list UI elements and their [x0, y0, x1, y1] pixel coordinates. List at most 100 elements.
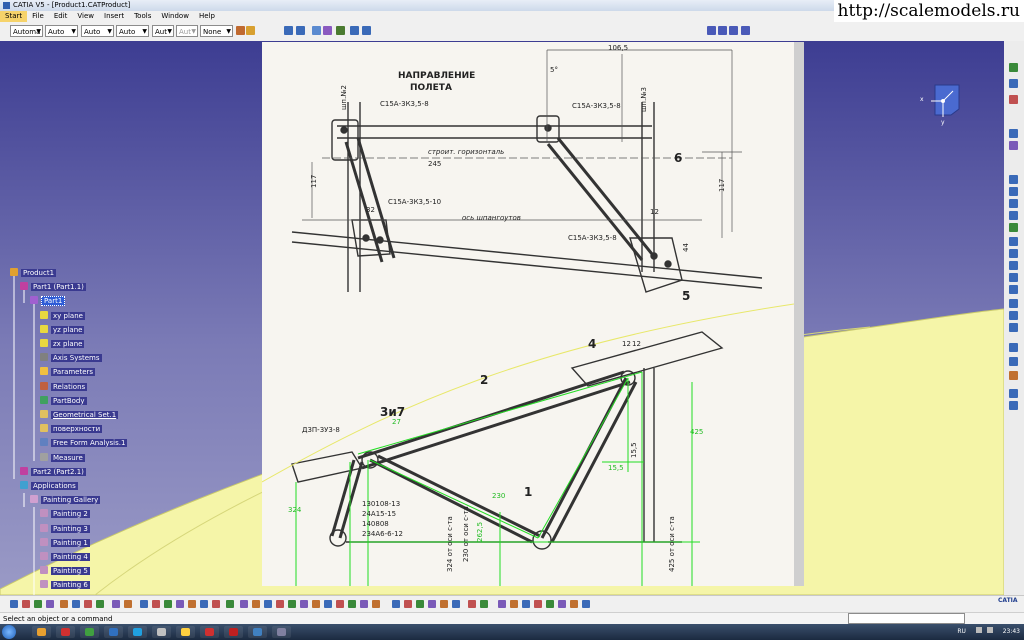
tool-icon[interactable]	[1009, 187, 1018, 196]
tool-icon[interactable]	[570, 600, 578, 608]
circle-tool-icon[interactable]	[729, 26, 738, 35]
fill-color-combo[interactable]: Automa ▼	[10, 25, 43, 37]
tool-icon[interactable]	[392, 600, 400, 608]
compass[interactable]: x y	[920, 81, 965, 126]
painter-icon[interactable]	[236, 26, 245, 35]
clock[interactable]: 23:43	[1003, 628, 1020, 635]
tool-icon[interactable]	[288, 600, 296, 608]
tool-icon[interactable]	[152, 600, 160, 608]
tree-node[interactable]: Applications	[20, 481, 78, 492]
tool-icon[interactable]	[226, 600, 234, 608]
taskbar-app-button[interactable]	[152, 626, 171, 638]
taskbar-app-button[interactable]	[104, 626, 123, 638]
taskbar-app-button[interactable]	[224, 626, 243, 638]
dimension-icon[interactable]	[323, 26, 332, 35]
sketch-icon[interactable]	[336, 26, 345, 35]
tool-icon[interactable]	[140, 600, 148, 608]
tool-icon[interactable]	[1009, 211, 1018, 220]
taskbar-app-button[interactable]	[248, 626, 267, 638]
tool-icon[interactable]	[212, 600, 220, 608]
menu-edit[interactable]: Edit	[49, 11, 73, 22]
tree-node[interactable]: Painting 3	[40, 523, 90, 535]
tool-icon[interactable]	[468, 600, 476, 608]
tool-icon[interactable]	[124, 600, 132, 608]
command-input[interactable]	[848, 613, 965, 624]
line-color-combo[interactable]: Auto ▼	[45, 25, 78, 37]
menu-view[interactable]: View	[72, 11, 99, 22]
tool-icon[interactable]	[1009, 311, 1018, 320]
tool-icon[interactable]	[522, 600, 530, 608]
network-icon[interactable]	[975, 627, 982, 633]
tool-icon[interactable]	[22, 600, 30, 608]
tool-icon[interactable]	[112, 600, 120, 608]
tool-icon[interactable]	[324, 600, 332, 608]
tool-icon[interactable]	[1009, 401, 1018, 410]
taskbar-app-button[interactable]	[128, 626, 147, 638]
tool-icon[interactable]	[46, 600, 54, 608]
tool-icon[interactable]	[300, 600, 308, 608]
tool-icon[interactable]	[1009, 273, 1018, 282]
tool-icon[interactable]	[1009, 343, 1018, 352]
tool-icon[interactable]	[1009, 141, 1018, 150]
tree-node[interactable]: Painting Gallery	[30, 495, 101, 506]
tool-icon[interactable]	[1009, 371, 1018, 380]
tree-node[interactable]: Part1	[30, 296, 66, 307]
taskbar-app-button[interactable]	[32, 626, 51, 638]
tree-node[interactable]: поверхности	[40, 424, 103, 435]
tree-node[interactable]: Part1 (Part1.1)	[20, 282, 86, 293]
tool-icon[interactable]	[428, 600, 436, 608]
tree-node[interactable]: Painting 2	[40, 509, 90, 520]
tool-icon[interactable]	[558, 600, 566, 608]
taskbar-app-button[interactable]	[200, 626, 219, 638]
tree-node[interactable]: Measure	[40, 452, 85, 464]
volume-icon[interactable]	[986, 627, 993, 633]
scanned-drawing[interactable]: НАПРАВЛЕНИЕ ПОЛЕТА С15А-3К3,5-8 С15А-3К3…	[262, 42, 794, 586]
line-weight-combo[interactable]: Auto ▼	[116, 25, 149, 37]
tool-icon[interactable]	[1009, 199, 1018, 208]
tool-icon[interactable]	[164, 600, 172, 608]
taskbar-app-button[interactable]	[272, 626, 291, 638]
tree-node[interactable]: Free Form Analysis.1	[40, 438, 128, 449]
tool-icon[interactable]	[1009, 63, 1018, 72]
tool-icon[interactable]	[510, 600, 518, 608]
spline-icon[interactable]	[718, 26, 727, 35]
constraint-icon[interactable]	[312, 26, 321, 35]
tree-node[interactable]: PartBody	[40, 395, 87, 407]
grid-snap-icon[interactable]	[296, 26, 305, 35]
keyboard-language[interactable]: RU	[957, 628, 966, 635]
tree-node[interactable]: xy plane	[40, 310, 85, 322]
line-type-combo[interactable]: Auto ▼	[81, 25, 114, 37]
tool-icon[interactable]	[1009, 223, 1018, 232]
tool-icon[interactable]	[1009, 175, 1018, 184]
tool-icon[interactable]	[60, 600, 68, 608]
tool-icon[interactable]	[452, 600, 460, 608]
tool-icon[interactable]	[252, 600, 260, 608]
tool-icon[interactable]	[372, 600, 380, 608]
taskbar-app-button[interactable]	[80, 626, 99, 638]
tree-node[interactable]: Painting 6	[40, 580, 90, 591]
connect-icon[interactable]	[741, 26, 750, 35]
tool-icon[interactable]	[582, 600, 590, 608]
tree-node[interactable]: Geometrical Set.1	[40, 410, 119, 421]
tool-icon[interactable]	[1009, 357, 1018, 366]
tool-icon[interactable]	[10, 600, 18, 608]
tree-node[interactable]: Painting 4	[40, 552, 90, 563]
curve-icon[interactable]	[707, 26, 716, 35]
tree-node[interactable]: Painting 1	[40, 537, 90, 549]
rendering-style-combo[interactable]: None ▼	[200, 25, 233, 37]
tool-icon[interactable]	[1009, 323, 1018, 332]
tree-node[interactable]: Axis Systems	[40, 353, 102, 364]
tree-node[interactable]: Painting 5	[40, 566, 90, 577]
tool-icon[interactable]	[1009, 95, 1018, 104]
tool-icon[interactable]	[440, 600, 448, 608]
tree-node[interactable]: Part2 (Part2.1)	[20, 466, 86, 478]
tool-icon[interactable]	[416, 600, 424, 608]
menu-window[interactable]: Window	[156, 11, 194, 22]
analysis-tool-icon[interactable]	[350, 26, 359, 35]
tool-icon[interactable]	[1009, 261, 1018, 270]
tool-icon[interactable]	[312, 600, 320, 608]
taskbar-app-button[interactable]	[176, 626, 195, 638]
tool-icon[interactable]	[96, 600, 104, 608]
tool-icon[interactable]	[348, 600, 356, 608]
menu-help[interactable]: Help	[194, 11, 220, 22]
